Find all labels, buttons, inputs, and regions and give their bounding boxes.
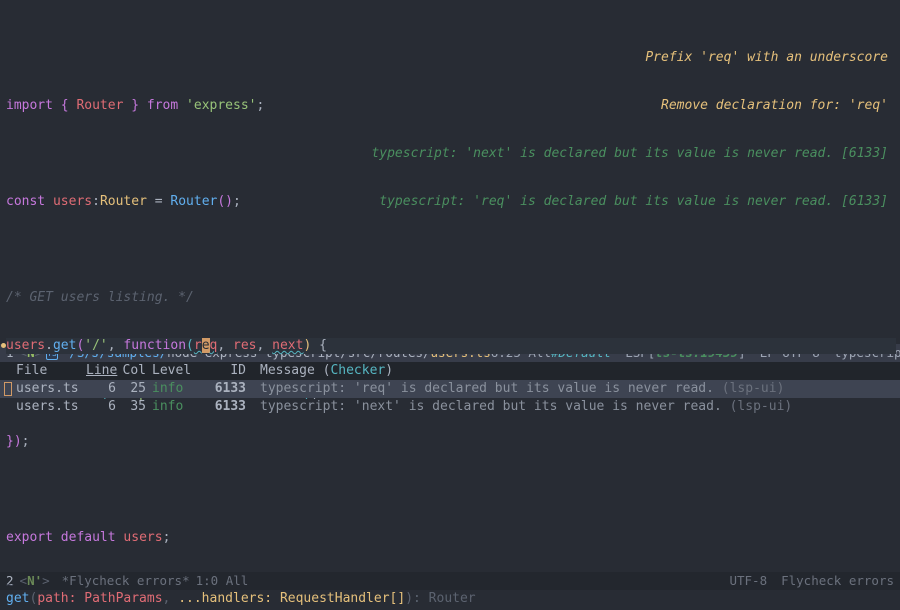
code-line[interactable]: });	[6, 434, 896, 450]
errors-list[interactable]: users.ts 6 25 info 6133 typescript: 'req…	[0, 380, 900, 416]
code-line[interactable]	[6, 482, 896, 498]
error-row[interactable]: users.ts 6 35 info 6133 typescript: 'nex…	[0, 398, 900, 416]
error-row[interactable]: users.ts 6 25 info 6133 typescript: 'req…	[0, 380, 900, 398]
code-line[interactable]: export default users;	[6, 530, 896, 546]
code-action-hint: Prefix 'req' with an underscore	[371, 50, 888, 66]
gutter-diagnostic-dot	[1, 343, 6, 348]
empty-line-tilde: ~	[6, 578, 896, 594]
code-line[interactable]: import { Router } from 'express';	[6, 98, 896, 114]
code-line[interactable]: /* GET users listing. */	[6, 290, 896, 306]
code-line-current[interactable]: users.get('/', function(req, res, next) …	[6, 338, 896, 354]
code-editor[interactable]: Prefix 'req' with an underscore Remove d…	[0, 0, 900, 344]
code-line[interactable]	[6, 146, 896, 162]
code-line[interactable]: const users:Router = Router();	[6, 194, 896, 210]
text-cursor: e	[202, 338, 210, 353]
code-line[interactable]	[6, 242, 896, 258]
